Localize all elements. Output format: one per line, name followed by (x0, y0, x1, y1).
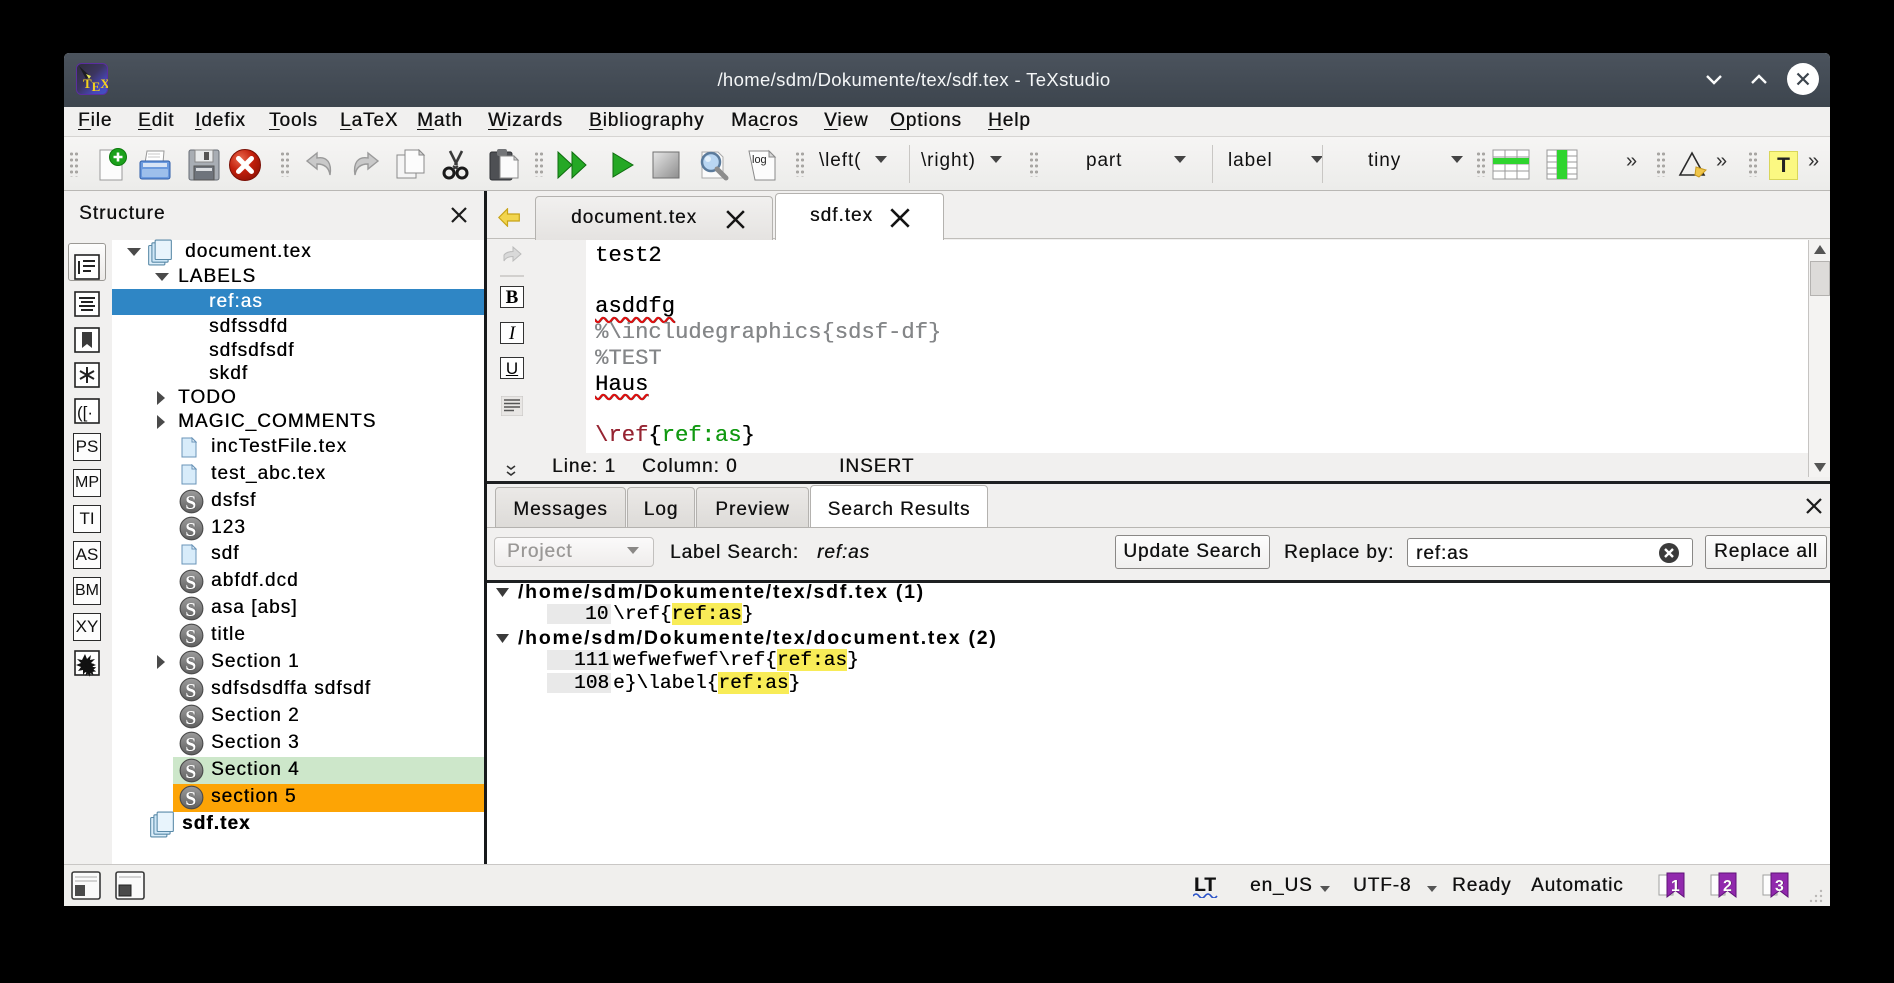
svg-text:1: 1 (1671, 878, 1680, 895)
svg-text:3: 3 (1775, 878, 1784, 895)
svg-text:log: log (752, 154, 767, 166)
svg-text:([·: ([· (77, 403, 93, 422)
svg-text:2: 2 (1723, 878, 1732, 895)
